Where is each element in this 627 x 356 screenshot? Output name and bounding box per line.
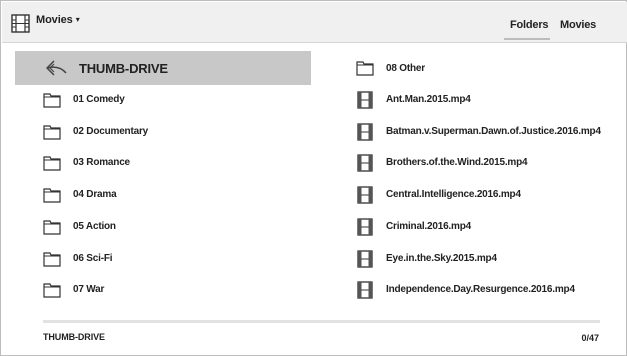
list-item[interactable]: Criminal.2016.mp4 (346, 217, 610, 239)
list-item[interactable]: 05 Action (15, 217, 311, 239)
list-item[interactable]: Independence.Day.Resurgence.2016.mp4 (346, 280, 610, 302)
list-item[interactable]: 03 Romance (15, 153, 311, 175)
list-item-label: Batman.v.Superman.Dawn.of.Justice.2016.m… (386, 126, 601, 137)
film-icon (357, 218, 373, 236)
tab-selection-indicator (504, 38, 550, 40)
list-item[interactable]: 06 Sci-Fi (15, 249, 311, 271)
folder-icon (43, 283, 61, 298)
list-item-label: 07 War (73, 284, 105, 295)
library-dropdown[interactable]: Movies ▾ (36, 14, 80, 26)
film-icon (357, 186, 373, 204)
list-item-label: 06 Sci-Fi (73, 253, 113, 264)
chevron-down-icon: ▾ (75, 15, 80, 24)
app-window: Movies ▾ Folders Movies THUMB-DRIVE 01 Co… (0, 0, 627, 356)
back-button[interactable]: THUMB-DRIVE (15, 51, 311, 85)
list-item[interactable]: Ant.Man.2015.mp4 (346, 90, 610, 112)
film-icon (357, 250, 373, 268)
list-item[interactable]: 04 Drama (15, 185, 311, 207)
folder-icon (43, 93, 61, 108)
list-item[interactable]: 02 Documentary (15, 122, 311, 144)
folder-icon (43, 252, 61, 267)
list-item[interactable]: Central.Intelligence.2016.mp4 (346, 185, 610, 207)
film-icon (357, 123, 373, 141)
folder-icon (356, 61, 374, 76)
list-item-label: 04 Drama (73, 189, 117, 200)
library-dropdown-label: Movies (36, 14, 73, 26)
film-icon (11, 14, 30, 33)
list-item-label: 08 Other (386, 63, 425, 74)
list-item[interactable]: Eye.in.the.Sky.2015.mp4 (346, 249, 610, 271)
folder-icon (43, 220, 61, 235)
list-item-label: 02 Documentary (73, 126, 149, 137)
list-item-label: Eye.in.the.Sky.2015.mp4 (386, 253, 497, 264)
horizontal-scrollbar[interactable] (43, 320, 600, 323)
list-item-label: 05 Action (73, 221, 116, 232)
list-item[interactable]: 08 Other (346, 51, 610, 85)
current-path: THUMB-DRIVE (43, 332, 105, 342)
list-item-label: Central.Intelligence.2016.mp4 (386, 189, 521, 200)
list-item-label: Independence.Day.Resurgence.2016.mp4 (386, 284, 575, 295)
list-item[interactable]: Brothers.of.the.Wind.2015.mp4 (346, 153, 610, 175)
list-item-label: 03 Romance (73, 157, 130, 168)
reply-arrow-icon (46, 60, 67, 76)
left-column: THUMB-DRIVE 01 Comedy 02 Documentary 03 … (15, 51, 311, 298)
film-icon (357, 91, 373, 109)
list-item[interactable]: 01 Comedy (15, 90, 311, 112)
list-item[interactable]: Batman.v.Superman.Dawn.of.Justice.2016.m… (346, 122, 610, 144)
tab-folders[interactable]: Folders (510, 19, 549, 31)
header-bar: Movies ▾ Folders Movies (2, 2, 627, 43)
folder-icon (43, 156, 61, 171)
film-icon (357, 154, 373, 172)
list-item-label: 01 Comedy (73, 94, 125, 105)
item-counter: 0/47 (581, 333, 599, 343)
film-icon (357, 281, 373, 299)
list-item-label: Brothers.of.the.Wind.2015.mp4 (386, 157, 528, 168)
folder-icon (43, 125, 61, 140)
list-item-label: Ant.Man.2015.mp4 (386, 94, 471, 105)
back-label: THUMB-DRIVE (79, 61, 168, 76)
list-item[interactable]: 07 War (15, 280, 311, 302)
tab-movies[interactable]: Movies (560, 19, 596, 31)
list-item-label: Criminal.2016.mp4 (386, 221, 471, 232)
folder-icon (43, 188, 61, 203)
